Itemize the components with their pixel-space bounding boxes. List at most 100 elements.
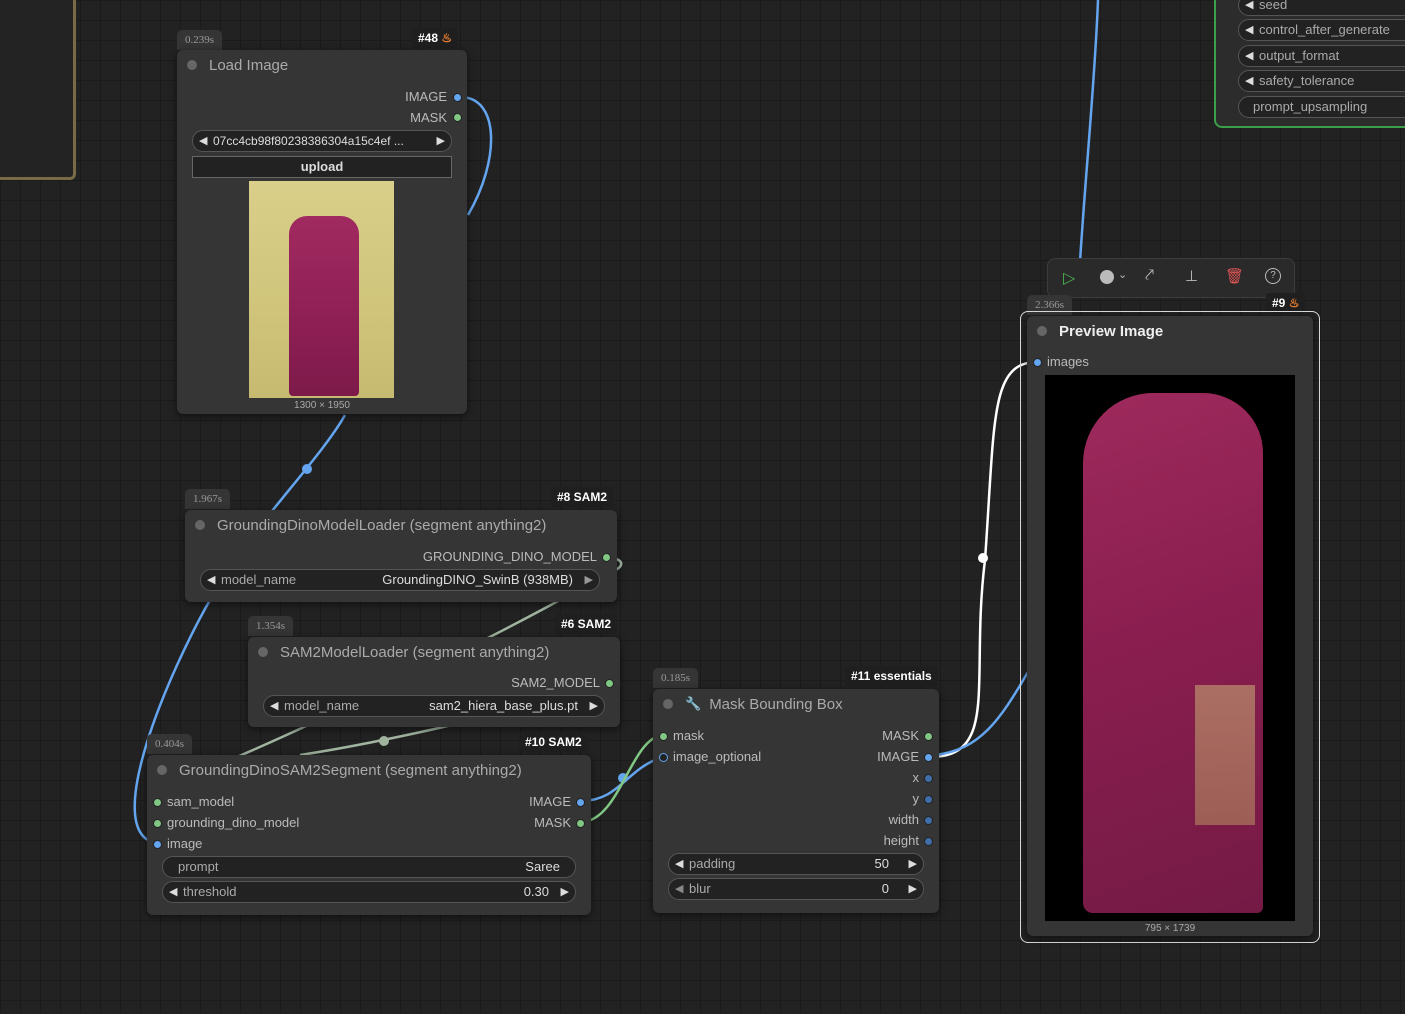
side-widget-seed[interactable]: ◀ seed: [1238, 0, 1405, 16]
side-widget-format[interactable]: ◀ output_format: [1238, 45, 1405, 67]
side-widget-safety[interactable]: ◀ safety_tolerance: [1238, 70, 1405, 92]
mask-bbox-time: 0.185s: [653, 668, 699, 688]
output-image-socket[interactable]: [453, 93, 462, 102]
input-image-optional-label: image_optional: [673, 749, 762, 764]
collapse-dot[interactable]: [187, 60, 197, 70]
sam-loader-time: 1.354s: [248, 616, 294, 636]
output-width-label: width: [888, 812, 919, 827]
output-x-label: x: [912, 770, 920, 785]
sam-loader-header[interactable]: SAM2ModelLoader (segment anything2): [248, 637, 620, 667]
input-sam-model-label: sam_model: [167, 794, 235, 809]
pin-icon[interactable]: ⊥: [1185, 267, 1198, 285]
dino-loader-id: #8 SAM2: [551, 487, 614, 507]
chevron-down-icon[interactable]: ⌄: [1118, 268, 1127, 281]
segment-node[interactable]: GroundingDinoSAM2Segment (segment anythi…: [147, 755, 591, 915]
node-title: GroundingDinoModelLoader (segment anythi…: [217, 516, 547, 534]
sam-loader-id: #6 SAM2: [555, 614, 618, 634]
dino-model-name-combo[interactable]: ◀ model_name GroundingDINO_SwinB (938MB)…: [200, 569, 600, 591]
input-dino-model-label: grounding_dino_model: [167, 815, 300, 830]
output-mask-socket[interactable]: [453, 113, 462, 122]
segment-id: #10 SAM2: [519, 732, 588, 752]
wire-top-image: [1078, 0, 1100, 263]
dino-loader-header[interactable]: GroundingDinoModelLoader (segment anythi…: [185, 510, 617, 540]
input-image-socket[interactable]: [153, 840, 162, 849]
load-image-id: #48 ♨: [412, 28, 459, 48]
output-height-socket[interactable]: [924, 837, 933, 846]
sam-loader-node[interactable]: SAM2ModelLoader (segment anything2) SAM2…: [248, 637, 620, 727]
output-mask-label: MASK: [882, 728, 919, 743]
padding-number-widget[interactable]: ◀ padding 50 ▶: [668, 853, 924, 875]
wire-sam-dot: [379, 736, 389, 746]
wire-preview-dot: [978, 553, 988, 563]
output-y-label: y: [912, 791, 920, 806]
mask-bbox-node[interactable]: 🔧 Mask Bounding Box mask image_optional …: [653, 689, 939, 913]
prompt-text-widget[interactable]: prompt Saree: [162, 856, 576, 878]
output-mask-socket[interactable]: [924, 732, 933, 741]
wire-reroute-dot: [302, 464, 312, 474]
node-title: SAM2ModelLoader (segment anything2): [280, 643, 550, 661]
collapse-dot[interactable]: [157, 765, 167, 775]
output-sam-model-label: SAM2_MODEL: [511, 675, 600, 690]
input-image-label: image: [167, 836, 203, 851]
node-title: Preview Image: [1059, 322, 1164, 340]
collapse-dot[interactable]: [663, 699, 673, 709]
wire-segment-dot: [618, 773, 628, 783]
input-mask-socket[interactable]: [659, 732, 668, 741]
dino-loader-time: 1.967s: [185, 489, 231, 509]
color-icon[interactable]: [1100, 270, 1114, 284]
output-image-socket[interactable]: [924, 753, 933, 762]
preview-dimensions: 795 × 1739: [1144, 923, 1196, 934]
upload-button[interactable]: upload: [192, 156, 452, 178]
node-title: GroundingDinoSAM2Segment (segment anythi…: [179, 761, 522, 779]
preview-image: [1045, 375, 1295, 921]
preview-id: #9 ♨: [1266, 293, 1306, 313]
side-widget-control[interactable]: ◀ control_after_generate: [1238, 19, 1405, 41]
collapse-dot[interactable]: [195, 520, 205, 530]
input-images-label: images: [1047, 354, 1089, 369]
sam-model-name-combo[interactable]: ◀ model_name sam2_hiera_base_plus.pt ▶: [263, 695, 605, 717]
load-image-header[interactable]: Load Image: [177, 50, 467, 80]
preview-header[interactable]: Preview Image: [1027, 316, 1313, 346]
input-sam-model-socket[interactable]: [153, 798, 162, 807]
node-title: Mask Bounding Box: [709, 695, 843, 713]
side-panel: ◀ seed ◀ control_after_generate ◀ output_fo…: [1214, 0, 1405, 128]
output-dino-model-socket[interactable]: [602, 553, 611, 562]
collapse-dot[interactable]: [1037, 326, 1047, 336]
bypass-icon[interactable]: ⤤: [1145, 267, 1154, 285]
output-y-socket[interactable]: [924, 795, 933, 804]
input-dino-model-socket[interactable]: [153, 819, 162, 828]
collapse-dot[interactable]: [258, 647, 268, 657]
load-image-time: 0.239s: [177, 30, 223, 50]
load-image-node[interactable]: Load Image IMAGE MASK ◀ 07cc4cb98f802383…: [177, 50, 467, 414]
wrench-icon: 🔧: [685, 696, 702, 711]
wire-segment-image: [581, 755, 663, 803]
node-title: Load Image: [209, 56, 289, 74]
output-width-socket[interactable]: [924, 816, 933, 825]
output-image-socket[interactable]: [576, 798, 585, 807]
dino-loader-node[interactable]: GroundingDinoModelLoader (segment anythi…: [185, 510, 617, 602]
output-height-label: height: [883, 833, 919, 848]
output-image-label: IMAGE: [877, 749, 919, 764]
help-icon[interactable]: ?: [1265, 268, 1281, 284]
output-mask-socket[interactable]: [576, 819, 585, 828]
segment-header[interactable]: GroundingDinoSAM2Segment (segment anythi…: [147, 755, 591, 785]
flame-icon: ♨: [441, 31, 453, 45]
play-icon[interactable]: ▷: [1063, 268, 1075, 288]
output-x-socket[interactable]: [924, 774, 933, 783]
delete-icon[interactable]: 🗑: [1225, 267, 1244, 285]
output-mask-label: MASK: [534, 815, 571, 830]
image-file-combo[interactable]: ◀ 07cc4cb98f80238386304a15c4ef ... ▶: [192, 130, 452, 152]
input-images-socket[interactable]: [1033, 358, 1042, 367]
saree-figure: [289, 216, 359, 396]
blur-number-widget[interactable]: ◀ blur 0 ▶: [668, 878, 924, 900]
group-frame: [0, 0, 76, 180]
output-dino-model-label: GROUNDING_DINO_MODEL: [422, 549, 597, 564]
wire-bbox-blue: [934, 671, 1030, 757]
output-mask-label: MASK: [410, 110, 447, 125]
preview-node[interactable]: Preview Image images 795 × 1739: [1027, 316, 1313, 936]
input-image-optional-socket[interactable]: [659, 753, 668, 762]
output-sam-model-socket[interactable]: [605, 679, 614, 688]
mask-bbox-header[interactable]: 🔧 Mask Bounding Box: [653, 689, 939, 719]
side-widget-upsampling[interactable]: prompt_upsampling: [1238, 96, 1405, 118]
threshold-number-widget[interactable]: ◀ threshold 0.30 ▶: [162, 881, 576, 903]
